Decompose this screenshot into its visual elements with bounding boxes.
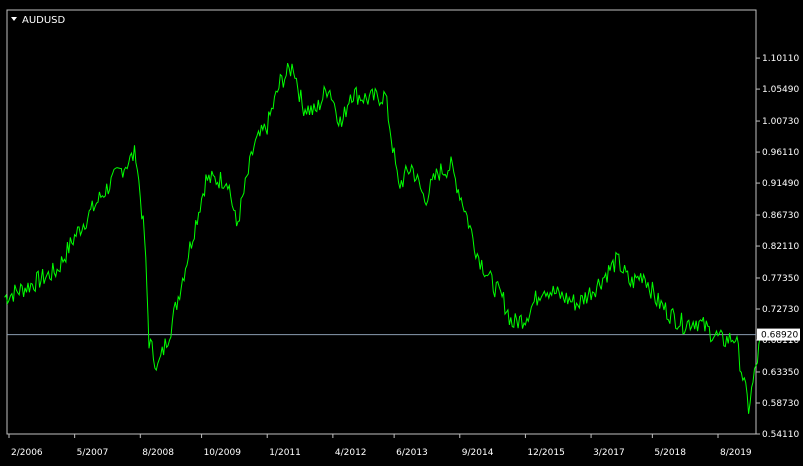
plot-frame [6, 9, 757, 435]
x-tick-label: 12/2015 [527, 448, 564, 458]
y-tick-label: 0.72730 [762, 305, 799, 315]
price-chart[interactable]: 1.10110 1.05490 1.00730 0.96110 0.91490 0.867… [0, 0, 803, 466]
x-tick-label: 6/2013 [396, 448, 428, 458]
x-axis: 2/2006 5/2007 8/2008 10/2009 1/2011 4/2012 6/2… [8, 434, 752, 458]
price-box: 0.68920 [757, 328, 800, 341]
triangle-down-icon[interactable] [11, 17, 17, 21]
y-tick-label: 0.77350 [762, 274, 799, 284]
y-tick-label: 1.05490 [762, 85, 799, 95]
current-price-label: 0.68920 [761, 331, 798, 341]
x-tick-label: 2/2006 [11, 448, 43, 458]
symbol-header[interactable]: AUDUSD [11, 15, 66, 26]
y-axis: 1.10110 1.05490 1.00730 0.96110 0.91490 0.867… [756, 54, 799, 440]
x-tick-label: 8/2008 [142, 448, 174, 458]
x-tick-label: 1/2011 [269, 448, 301, 458]
y-tick-label: 0.86730 [762, 211, 799, 221]
x-tick-label: 3/2017 [593, 448, 625, 458]
x-tick-label: 10/2009 [204, 448, 242, 458]
x-tick-label: 5/2018 [654, 448, 686, 458]
y-tick-label: 1.10110 [762, 54, 799, 64]
symbol-label: AUDUSD [22, 15, 66, 26]
x-tick-label: 8/2019 [720, 448, 752, 458]
y-tick-label: 0.96110 [762, 148, 799, 158]
y-tick-label: 0.54110 [762, 430, 799, 440]
y-tick-label: 0.63350 [762, 368, 799, 378]
series-line-audusd [4, 62, 763, 414]
x-tick-label: 5/2007 [77, 448, 109, 458]
y-tick-label: 0.58730 [762, 399, 799, 409]
x-tick-label: 4/2012 [335, 448, 367, 458]
y-tick-label: 0.91490 [762, 179, 799, 189]
y-tick-label: 0.82110 [762, 242, 799, 252]
x-tick-label: 9/2014 [462, 448, 494, 458]
y-tick-label: 1.00730 [762, 117, 799, 127]
